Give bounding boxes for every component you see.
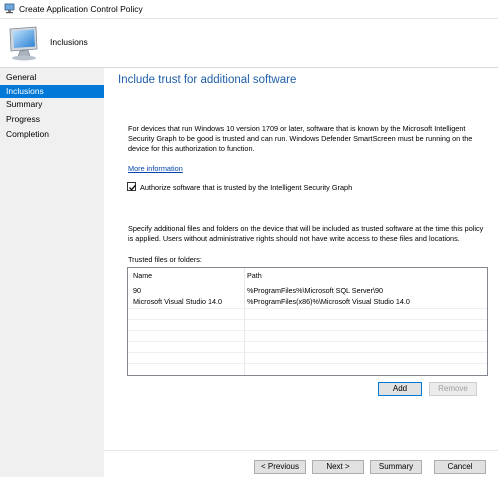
sidebar-item-general[interactable]: General — [0, 71, 104, 84]
summary-button[interactable]: Summary — [370, 460, 422, 474]
trusted-files-list[interactable]: Name Path 90 %ProgramFiles%\Microsoft SQ… — [127, 267, 488, 376]
list-item-path: %ProgramFiles(x86)%\Microsoft Visual Stu… — [247, 297, 410, 306]
footer-divider — [104, 450, 498, 451]
row-divider — [128, 363, 487, 364]
list-item[interactable]: Microsoft Visual Studio 14.0 %ProgramFil… — [128, 297, 487, 307]
sidebar-item-label: Completion — [6, 129, 49, 139]
sidebar-item-label: Inclusions — [6, 86, 44, 96]
list-item[interactable]: 90 %ProgramFiles%\Microsoft SQL Server\9… — [128, 286, 487, 296]
add-button[interactable]: Add — [378, 382, 422, 396]
column-separator — [244, 268, 245, 375]
row-divider — [128, 308, 487, 309]
window-title: Create Application Control Policy — [19, 4, 143, 14]
description-text: For devices that run Windows 10 version … — [128, 124, 473, 153]
next-button[interactable]: Next > — [312, 460, 364, 474]
trusted-files-label: Trusted files or folders: — [128, 255, 202, 264]
sidebar-item-summary[interactable]: Summary — [0, 98, 104, 111]
sidebar-item-label: General — [6, 72, 37, 82]
list-item-name: 90 — [133, 286, 141, 295]
checkmark-icon — [129, 184, 136, 191]
list-item-name: Microsoft Visual Studio 14.0 — [133, 297, 222, 306]
column-header-name[interactable]: Name — [133, 271, 243, 281]
remove-button[interactable]: Remove — [429, 382, 477, 396]
sidebar-item-label: Progress — [6, 114, 41, 124]
title-bar: Create Application Control Policy — [0, 0, 498, 19]
wizard-header: Inclusions — [0, 19, 498, 68]
list-item-path: %ProgramFiles%\Microsoft SQL Server\90 — [247, 286, 383, 295]
row-divider — [128, 319, 487, 320]
main-panel: Include trust for additional software Fo… — [104, 68, 498, 477]
column-header-path[interactable]: Path — [247, 271, 262, 281]
sidebar-item-label: Summary — [6, 99, 43, 109]
computer-icon — [4, 3, 15, 14]
sidebar-item-progress[interactable]: Progress — [0, 113, 104, 126]
more-information-link[interactable]: More information — [128, 164, 183, 173]
additional-files-description: Specify additional files and folders on … — [128, 224, 484, 243]
header-page-name: Inclusions — [50, 37, 88, 47]
wizard-steps-sidebar: General Inclusions Summary Progress Comp… — [0, 68, 104, 477]
computer-monitor-icon — [9, 26, 38, 61]
sidebar-item-completion[interactable]: Completion — [0, 128, 104, 141]
sidebar-item-inclusions[interactable]: Inclusions — [0, 85, 104, 98]
previous-button[interactable]: < Previous — [254, 460, 306, 474]
cancel-button[interactable]: Cancel — [434, 460, 486, 474]
list-header: Name Path — [128, 271, 487, 281]
row-divider — [128, 330, 487, 331]
isg-checkbox-label: Authorize software that is trusted by th… — [140, 183, 353, 192]
row-divider — [128, 341, 487, 342]
page-heading: Include trust for additional software — [118, 74, 297, 86]
isg-checkbox[interactable] — [127, 182, 136, 191]
row-divider — [128, 352, 487, 353]
